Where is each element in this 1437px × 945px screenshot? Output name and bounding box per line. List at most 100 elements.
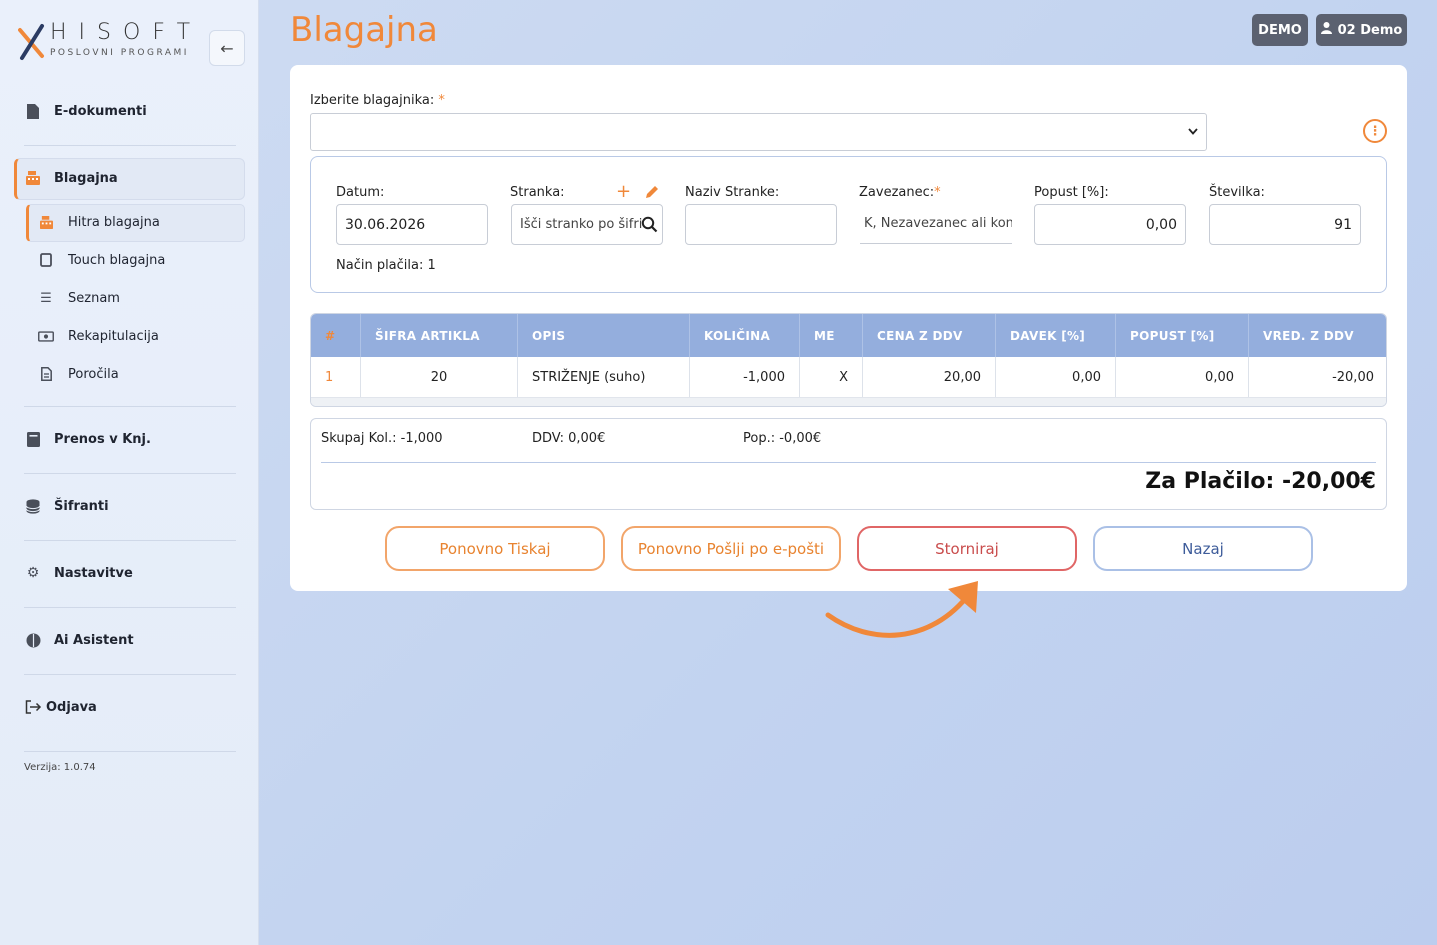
stranka-label: Stranka: — [510, 185, 565, 200]
column-header[interactable]: VRED. Z DDV — [1249, 314, 1386, 357]
sidebar-subitem-label: Rekapitulacija — [68, 328, 159, 344]
logo-text: HISOFT — [50, 20, 203, 45]
sum-quantity: Skupaj Kol.: -1,000 — [321, 431, 443, 446]
sidebar-subitem-porocila[interactable]: Poročila — [38, 359, 238, 389]
sidebar-subitem-label: Touch blagajna — [68, 252, 166, 268]
user-icon — [1320, 22, 1332, 38]
datum-input[interactable]: 30.06.2026 — [336, 204, 488, 245]
demo-badge-label: DEMO — [1258, 22, 1302, 38]
logout-icon — [24, 700, 42, 714]
sidebar-item-label: Ai Asistent — [54, 632, 134, 648]
logo: HISOFT POSLOVNI PROGRAMI — [18, 20, 198, 64]
sidebar-item-prenos[interactable]: Prenos v Knj. — [24, 421, 236, 457]
tablet-icon — [38, 253, 54, 267]
demo-badge[interactable]: DEMO — [1252, 14, 1308, 46]
table-header: # ŠIFRA ARTIKLA OPIS KOLIČINA ME CENA Z … — [311, 314, 1386, 357]
divider — [24, 751, 236, 752]
sidebar-subitem-label: Hitra blagajna — [68, 214, 160, 230]
divider — [24, 473, 236, 474]
sidebar-subitem-label: Poročila — [68, 366, 119, 382]
sidebar-subitem-hitra-blagajna[interactable]: Hitra blagajna — [38, 207, 238, 237]
sidebar-item-nastavitve[interactable]: ⚙ Nastavitve — [24, 555, 236, 591]
divider — [24, 145, 236, 146]
document-header-box: Datum: 30.06.2026 Stranka: + Išči strank… — [310, 156, 1387, 293]
chevron-down-icon — [1188, 124, 1198, 138]
brain-icon — [24, 633, 42, 648]
arrow-left-icon: ← — [220, 38, 234, 58]
cashier-select[interactable] — [310, 113, 1207, 151]
table-row[interactable]: 1 20 STRIŽENJE (suho) -1,000 X 20,00 0,0… — [311, 357, 1386, 398]
table-cell: 0,00 — [996, 357, 1116, 398]
column-header[interactable]: CENA Z DDV — [863, 314, 996, 357]
more-options-icon[interactable]: ⋮ — [1363, 119, 1387, 143]
money-icon — [38, 330, 54, 342]
sidebar-item-sifranti[interactable]: Šifranti — [24, 488, 236, 524]
zavezanec-label-text: Zavezanec: — [859, 185, 935, 200]
stranka-search-input[interactable]: Išči stranko po šifri — [511, 204, 663, 245]
page-title: Blagajna — [290, 10, 438, 50]
nacin-placila-text: Način plačila: 1 — [336, 258, 436, 273]
edit-customer-icon[interactable] — [644, 184, 660, 204]
sidebar-item-label: Šifranti — [54, 498, 109, 514]
required-marker: * — [934, 185, 941, 200]
pointer-arrow-icon — [825, 581, 978, 638]
table-cell: -20,00 — [1332, 370, 1374, 385]
cashier-label: Izberite blagajnika: * — [310, 93, 445, 108]
logo-subtitle: POSLOVNI PROGRAMI — [50, 48, 189, 58]
storno-button[interactable]: Storniraj — [857, 526, 1077, 571]
sidebar-item-label: Blagajna — [54, 170, 118, 186]
version-text: Verzija: 1.0.74 — [24, 762, 96, 773]
column-header[interactable]: POPUST [%] — [1116, 314, 1249, 357]
table-cell: 20 — [361, 357, 518, 398]
book-icon — [24, 431, 42, 447]
reprint-button[interactable]: Ponovno Tiskaj — [385, 526, 605, 571]
column-header[interactable]: # — [311, 314, 361, 357]
column-header[interactable]: ME — [800, 314, 863, 357]
sidebar-item-label: Nastavitve — [54, 565, 133, 581]
sidebar-item-blagajna[interactable]: Blagajna — [24, 160, 236, 196]
table-cell: -1,000 — [690, 357, 800, 398]
sidebar-item-odjava[interactable]: Odjava — [24, 689, 236, 725]
cashier-label-text: Izberite blagajnika: — [310, 93, 435, 108]
column-header[interactable]: OPIS — [518, 314, 690, 357]
sum-ddv: DDV: 0,00€ — [532, 431, 606, 446]
report-icon — [38, 367, 54, 381]
search-icon[interactable] — [641, 216, 658, 237]
sidebar-subitem-touch-blagajna[interactable]: Touch blagajna — [38, 245, 238, 275]
sidebar-subitem-rekapitulacija[interactable]: Rekapitulacija — [38, 321, 238, 351]
back-button[interactable]: Nazaj — [1093, 526, 1313, 571]
list-icon: ☰ — [40, 290, 52, 306]
file-icon — [24, 103, 42, 119]
summary-box: Skupaj Kol.: -1,000 DDV: 0,00€ Pop.: -0,… — [310, 418, 1387, 510]
sidebar-item-label: Odjava — [46, 699, 97, 715]
gear-icon: ⚙ — [26, 565, 40, 581]
sidebar-item-ai-asistent[interactable]: Ai Asistent — [24, 622, 236, 658]
sum-discount: Pop.: -0,00€ — [743, 431, 822, 446]
sidebar-item-e-dokumenti[interactable]: E-dokumenti — [24, 93, 236, 129]
collapse-sidebar-button[interactable]: ← — [209, 30, 245, 66]
items-table: # ŠIFRA ARTIKLA OPIS KOLIČINA ME CENA Z … — [310, 313, 1387, 407]
column-header[interactable]: ŠIFRA ARTIKLA — [361, 314, 518, 357]
divider — [321, 462, 1376, 463]
stevilka-input[interactable]: 91 — [1209, 204, 1361, 245]
table-cell: 1 — [311, 357, 361, 398]
zavezanec-select[interactable]: K, Nezavezanec ali konč — [860, 203, 1012, 244]
column-header[interactable]: DAVEK [%] — [996, 314, 1116, 357]
required-marker: * — [438, 93, 445, 108]
resend-email-button[interactable]: Ponovno Pošlji po e-pošti — [621, 526, 841, 571]
total-to-pay: Za Plačilo: -20,00€ — [1145, 469, 1376, 494]
add-customer-icon[interactable]: + — [616, 183, 631, 201]
divider — [24, 540, 236, 541]
stevilka-label: Številka: — [1209, 185, 1265, 200]
sidebar-item-label: E-dokumenti — [54, 103, 147, 119]
popust-input[interactable]: 0,00 — [1034, 204, 1186, 245]
cash-register-icon — [24, 171, 42, 185]
naziv-input[interactable] — [685, 204, 837, 245]
column-header[interactable]: KOLIČINA — [690, 314, 800, 357]
table-cell: STRIŽENJE (suho) — [518, 357, 690, 398]
user-badge[interactable]: 02 Demo — [1316, 14, 1407, 46]
horizontal-scrollbar[interactable] — [311, 397, 1386, 406]
datum-label: Datum: — [336, 185, 385, 200]
divider — [24, 607, 236, 608]
sidebar-subitem-seznam[interactable]: ☰ Seznam — [38, 283, 238, 313]
